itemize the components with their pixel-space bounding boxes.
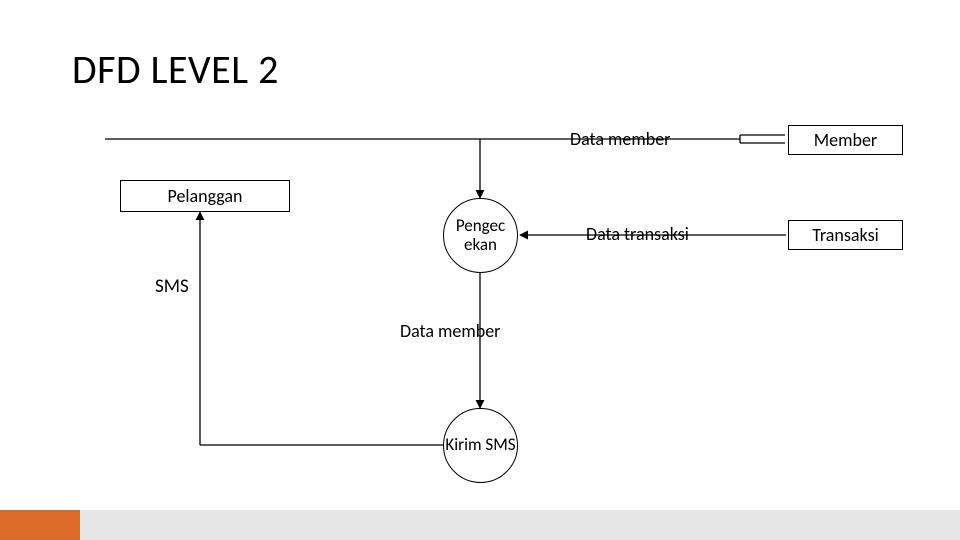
entity-transaksi-label: Transaksi [812, 224, 879, 246]
process-kirim-sms-label: Kirim SMS [445, 436, 515, 455]
entity-pelanggan: Pelanggan [120, 180, 290, 212]
page-title: DFD LEVEL 2 [72, 45, 279, 94]
process-pengecekan-label: Pengec ekan [444, 217, 517, 254]
flow-data-member-top: Data member [570, 128, 670, 150]
entity-member-label: Member [814, 129, 877, 151]
entity-pelanggan-label: Pelanggan [168, 185, 243, 207]
entity-transaksi: Transaksi [788, 220, 903, 250]
flow-data-transaksi: Data transaksi [586, 223, 689, 245]
flow-data-member-mid: Data member [400, 320, 500, 342]
footer-bar [0, 510, 960, 540]
flow-sms: SMS [155, 275, 189, 298]
process-kirim-sms: Kirim SMS [443, 408, 518, 483]
entity-member: Member [788, 125, 903, 155]
process-pengecekan: Pengec ekan [443, 198, 518, 273]
